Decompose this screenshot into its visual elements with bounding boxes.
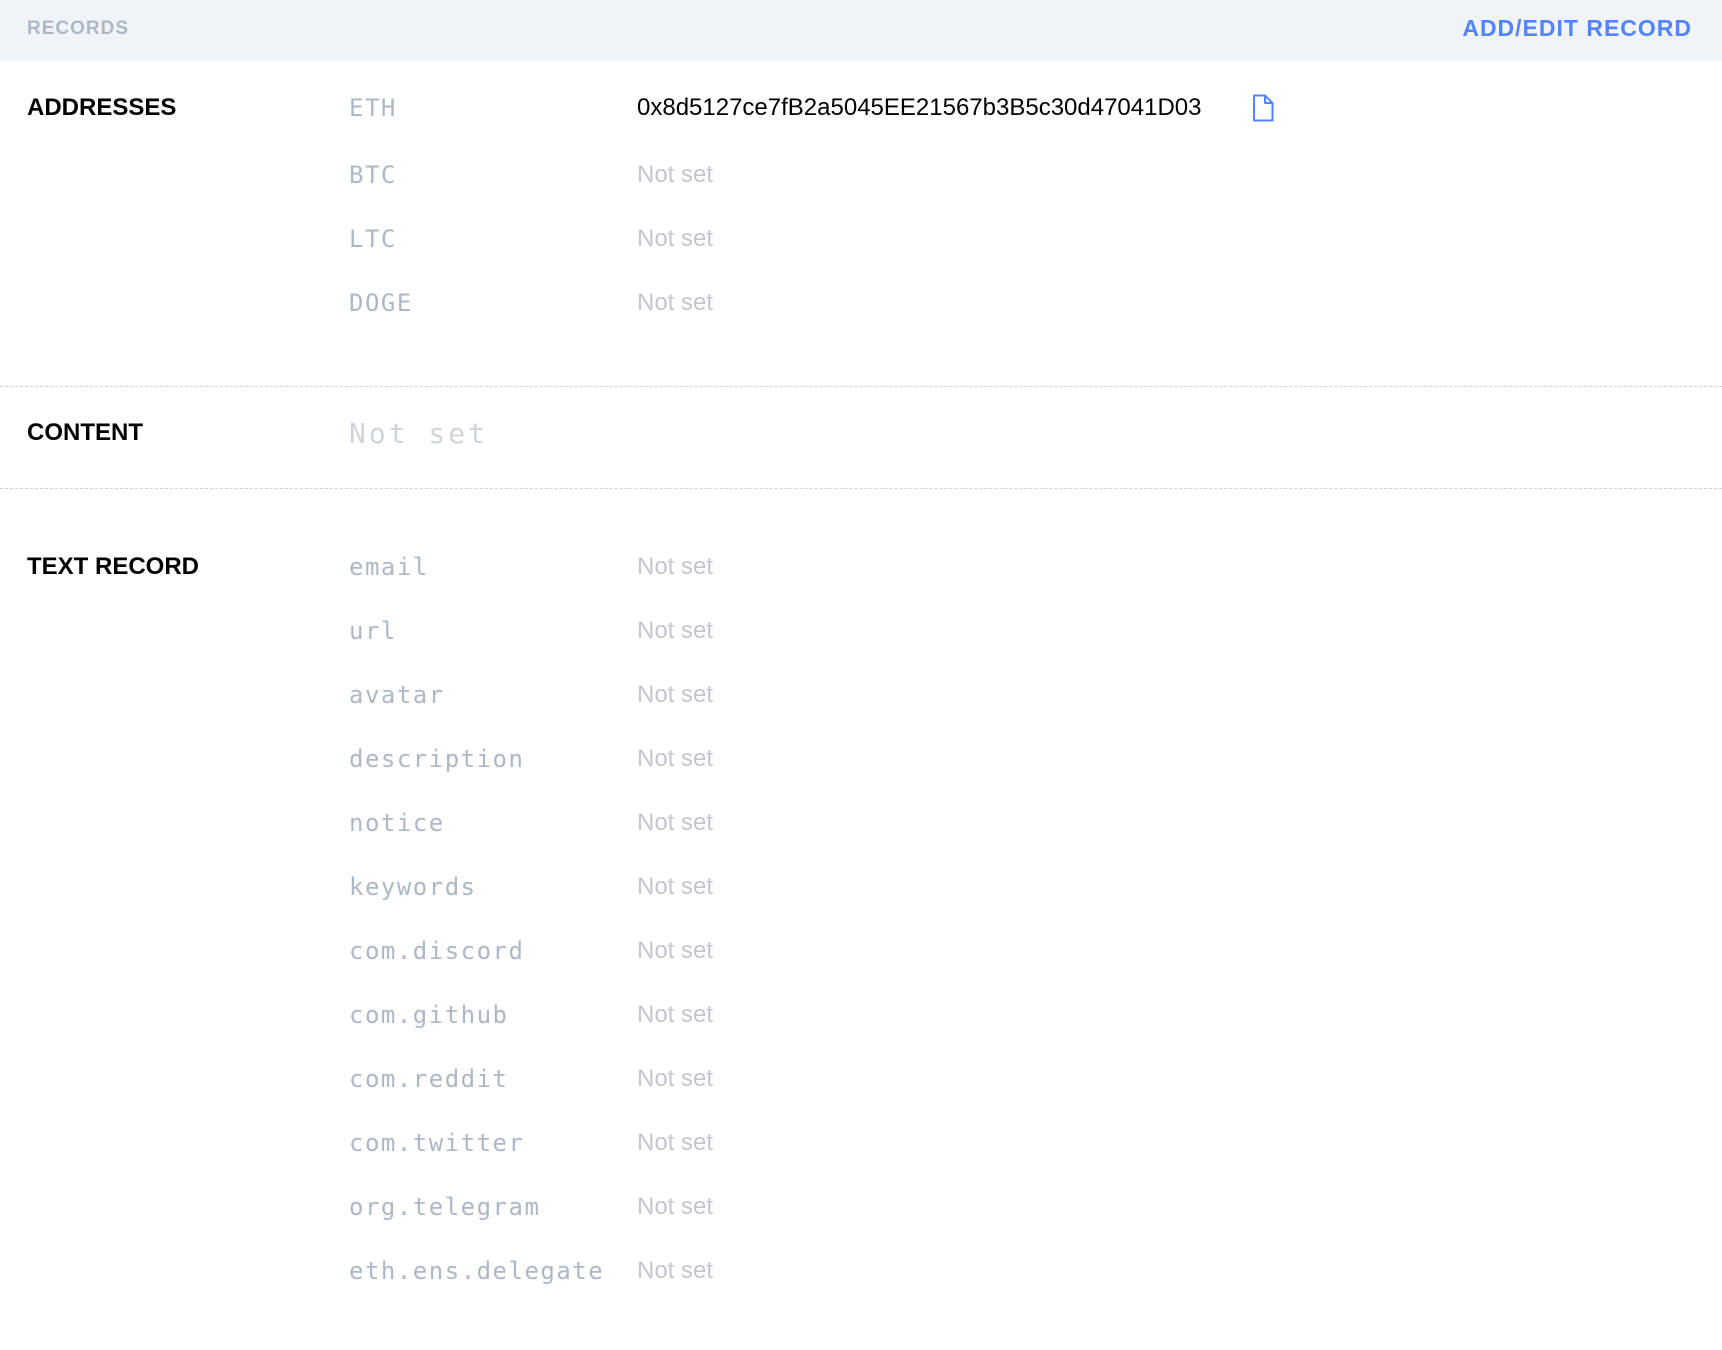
address-value-ltc: Not set xyxy=(637,225,714,252)
text-record-value: Not set xyxy=(637,937,714,964)
text-record-value: Not set xyxy=(637,745,714,772)
text-record-value: Not set xyxy=(637,553,714,580)
address-key-btc: BTC xyxy=(349,161,397,189)
text-record-key: url xyxy=(349,617,397,645)
text-record-value: Not set xyxy=(637,1129,714,1156)
text-record-key: avatar xyxy=(349,681,445,709)
text-record-key: com.twitter xyxy=(349,1129,525,1157)
add-edit-record-button[interactable]: ADD/EDIT RECORD xyxy=(1462,15,1692,42)
text-record-key: org.telegram xyxy=(349,1193,541,1221)
text-record-key: email xyxy=(349,553,429,581)
text-record-key: keywords xyxy=(349,873,477,901)
text-record-value: Not set xyxy=(637,617,714,644)
text-record-key: eth.ens.delegate xyxy=(349,1257,605,1285)
text-record-value: Not set xyxy=(637,809,714,836)
text-record-value: Not set xyxy=(637,681,714,708)
records-header: RECORDS ADD/EDIT RECORD xyxy=(0,0,1722,61)
address-value-btc: Not set xyxy=(637,161,714,188)
text-record-key: notice xyxy=(349,809,445,837)
text-record-key: description xyxy=(349,745,525,773)
text-record-key: com.discord xyxy=(349,937,525,965)
text-record-value: Not set xyxy=(637,1257,714,1284)
text-record-value: Not set xyxy=(637,1065,714,1092)
address-key-doge: DOGE xyxy=(349,289,413,317)
text-record-section-title: TEXT RECORD xyxy=(27,553,200,580)
text-record-value: Not set xyxy=(637,873,714,900)
text-record-value: Not set xyxy=(637,1193,714,1220)
records-panel: RECORDS ADD/EDIT RECORD ADDRESSES ETH 0x… xyxy=(0,0,1722,1350)
content-value: Not set xyxy=(349,417,489,450)
section-divider xyxy=(0,488,1722,489)
content-section-title: CONTENT xyxy=(27,419,143,446)
address-key-eth: ETH xyxy=(349,94,397,122)
addresses-section-title: ADDRESSES xyxy=(27,94,177,121)
address-value-eth: 0x8d5127ce7fB2a5045EE21567b3B5c30d47041D… xyxy=(637,94,1202,121)
section-divider xyxy=(0,386,1722,387)
text-record-key: com.reddit xyxy=(349,1065,509,1093)
text-record-value: Not set xyxy=(637,1001,714,1028)
text-record-key: com.github xyxy=(349,1001,509,1029)
address-key-ltc: LTC xyxy=(349,225,397,253)
records-title: RECORDS xyxy=(27,18,130,39)
copy-icon[interactable] xyxy=(1252,94,1274,122)
address-value-doge: Not set xyxy=(637,289,714,316)
